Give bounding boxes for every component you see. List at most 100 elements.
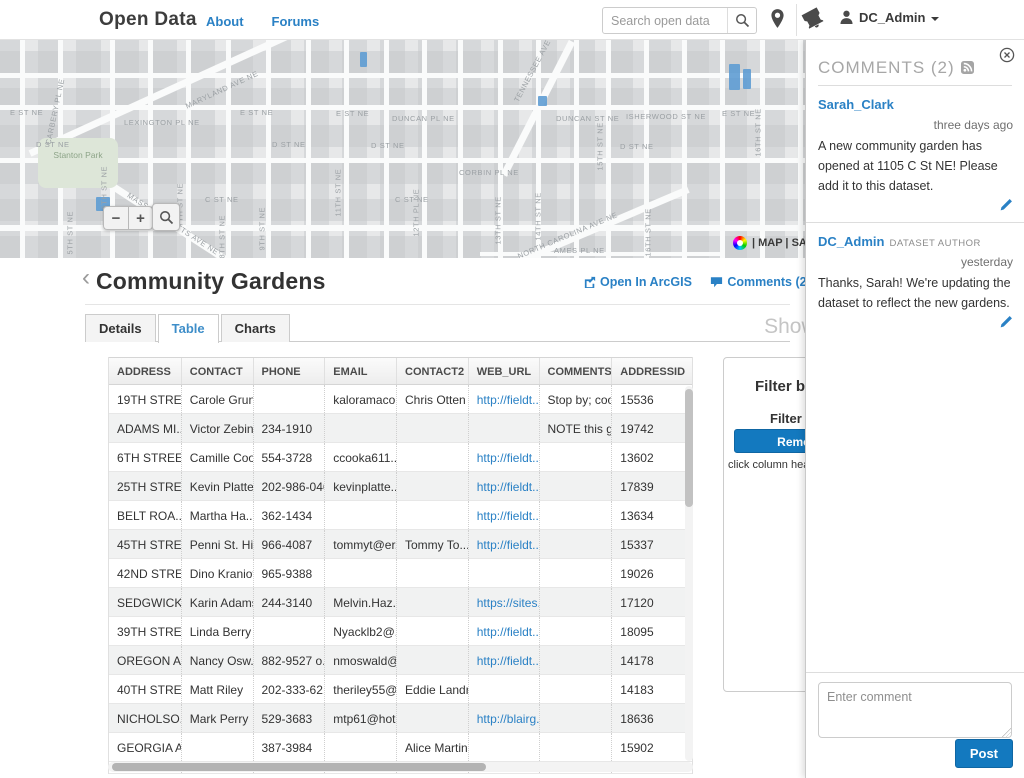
site-logo[interactable]: Open Data [99, 9, 197, 31]
nav-divider [796, 4, 797, 36]
table-cell: kevinplatte... [325, 472, 397, 500]
table-cell [397, 414, 469, 442]
map-street-label: CORBIN PL NE [459, 168, 519, 177]
table-cell [325, 414, 397, 442]
column-header-phone[interactable]: PHONE [254, 358, 326, 384]
divider [85, 304, 790, 305]
map-highlight-polygon[interactable] [360, 52, 367, 67]
edit-comment-button[interactable] [818, 315, 1013, 331]
comment-author-link[interactable]: DC_Admin [818, 234, 884, 249]
comments-link[interactable]: Comments (2) [710, 275, 811, 289]
search-input[interactable] [603, 8, 728, 33]
notification-bell-icon[interactable] [800, 4, 828, 35]
user-menu[interactable]: DC_Admin [840, 10, 940, 25]
map-street-label: ISHERWOOD ST NE [626, 112, 706, 121]
close-icon[interactable] [999, 47, 1015, 68]
table-cell-link[interactable]: http://fieldt... [469, 617, 540, 645]
column-header-contact[interactable]: CONTACT [182, 358, 254, 384]
table-cell: 45TH STRE... [109, 530, 182, 558]
map-road [798, 40, 803, 258]
table-cell-link[interactable]: http://fieldt... [469, 443, 540, 471]
chevron-down-icon [931, 16, 940, 21]
map-search-button[interactable] [152, 203, 180, 231]
nav-link-about[interactable]: About [206, 14, 244, 29]
table-row[interactable]: OREGON A...Nancy Osw...882-9527 o...nmos… [109, 646, 692, 675]
column-header-email[interactable]: EMAIL [325, 358, 397, 384]
column-header-address[interactable]: ADDRESS [109, 358, 182, 384]
table-cell: 15536 [620, 393, 654, 407]
comment-author-link[interactable]: Sarah_Clark [818, 97, 894, 112]
back-chevron-icon[interactable]: ‹ [82, 266, 90, 290]
edit-pencil-icon[interactable] [999, 198, 1013, 212]
open-in-arcgis-link[interactable]: Open In ArcGIS [584, 275, 692, 289]
table-cell: Karin Adams [182, 588, 254, 616]
table-cell [182, 733, 254, 761]
table-cell [540, 646, 613, 674]
table-horizontal-scrollbar-thumb[interactable] [112, 763, 486, 771]
rss-icon[interactable] [960, 61, 974, 74]
user-icon [840, 10, 853, 24]
open-data-app: Open Data About Forums DC_Admin [0, 0, 1024, 778]
table-cell: 965-9388 [254, 559, 326, 587]
table-row[interactable]: 25TH STRE...Kevin Platte202-986-0469kevi… [109, 472, 692, 501]
table-cell-link[interactable]: http://fieldt... [469, 472, 540, 500]
table-cell-link[interactable]: http://fieldt... [469, 501, 540, 529]
table-row[interactable]: 6TH STREE...Camille Cook554-3728ccooka61… [109, 443, 692, 472]
column-header-web_url[interactable]: WEB_URL [469, 358, 540, 384]
map-street-label: 12TH PL NE [411, 188, 421, 237]
table-row[interactable]: 19TH STRE...Carole Grun... kaloramaco...C… [109, 385, 692, 414]
tab-details[interactable]: Details [85, 314, 156, 342]
edit-comment-button[interactable] [818, 198, 1013, 214]
map-street-label: E ST NE [10, 108, 44, 117]
table-cell [469, 675, 540, 703]
table-row[interactable]: 40TH STRE...Matt Riley202-333-62...theri… [109, 675, 692, 704]
map-street-label: 16TH ST NE [643, 208, 653, 257]
comment-timestamp: three days ago [933, 118, 1013, 132]
map-zoom-out-button[interactable]: − [103, 206, 128, 230]
table-row[interactable]: 45TH STRE...Penni St. Hi...966-4087tommy… [109, 530, 692, 559]
map-road [226, 40, 231, 258]
map-highlight-polygon[interactable] [743, 69, 751, 89]
table-cell [540, 559, 613, 587]
table-row[interactable]: SEDGWICK...Karin Adams244-3140Melvin.Haz… [109, 588, 692, 617]
map-zoom-in-button[interactable]: + [128, 206, 153, 230]
table-cell: Nyacklb2@... [325, 617, 397, 645]
edit-pencil-icon[interactable] [999, 315, 1013, 329]
map-highlight-polygon[interactable] [538, 96, 547, 106]
tab-charts[interactable]: Charts [220, 314, 290, 342]
map-road [344, 40, 349, 258]
tab-table[interactable]: Table [157, 314, 219, 343]
table-cell: BELT ROA... [109, 501, 182, 529]
post-comment-button[interactable]: Post [954, 739, 1013, 768]
column-header-contact2[interactable]: CONTACT2 [397, 358, 469, 384]
table-cell: theriley55@... [325, 675, 397, 703]
table-row[interactable]: 39TH STRE...Linda Berry Nyacklb2@... http:… [109, 617, 692, 646]
comment-author-badge: DATASET AUTHOR [889, 238, 981, 249]
table-row[interactable]: ADAMS MI... Victor Zebina 234-1910 NOTE thi… [109, 414, 692, 443]
search-box [602, 7, 757, 34]
table-vertical-scrollbar-thumb[interactable] [685, 389, 693, 507]
column-header-addressid[interactable]: ADDRESSID [612, 358, 692, 384]
table-cell [325, 501, 397, 529]
table-cell: 13634 [620, 509, 654, 523]
table-cell: 14178 [620, 654, 654, 668]
table-row[interactable]: GEORGIA A... 387-3984 Alice Martin 15902 [109, 733, 692, 762]
comment-input[interactable] [818, 682, 1012, 738]
table-cell-link[interactable]: http://blairg... [469, 704, 540, 732]
table-cell-link[interactable]: https://sites... [469, 588, 540, 616]
table-cell: Mark Perry [182, 704, 254, 732]
search-button[interactable] [727, 8, 756, 33]
map-highlight-polygon[interactable] [729, 64, 740, 90]
location-pin-icon[interactable] [770, 9, 785, 34]
map-street-label: 15TH ST NE [595, 122, 605, 171]
table-cell-link[interactable]: http://fieldt... [469, 646, 540, 674]
table-row[interactable]: BELT ROA... Martha Ha... 362-1434 http://fi… [109, 501, 692, 530]
table-cell-link[interactable]: http://fieldt... [469, 530, 540, 558]
table-cell-link[interactable]: http://fieldt... [469, 385, 540, 413]
nav-link-forums[interactable]: Forums [272, 14, 320, 29]
table-row[interactable]: NICHOLSO...Mark Perry529-3683mtp61@hot..… [109, 704, 692, 733]
column-header-comments[interactable]: COMMENTS [540, 358, 613, 384]
table-row[interactable]: 42ND STRE...Dino Kraniotis965-9388 19026 [109, 559, 692, 588]
table-cell: Melvin.Haz... [325, 588, 397, 616]
basemap-logo-icon[interactable] [733, 236, 747, 250]
